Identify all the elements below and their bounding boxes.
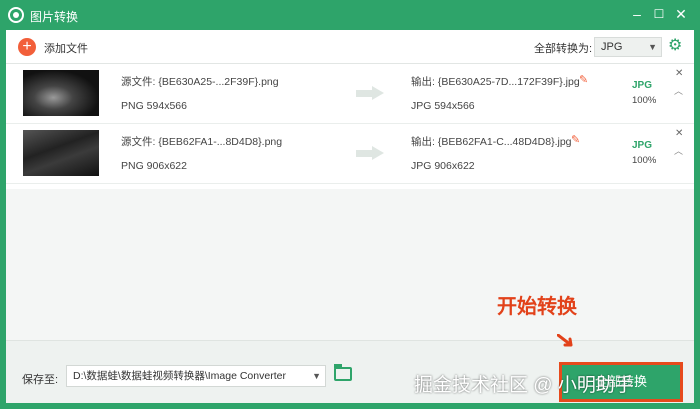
source-file-name: 源文件: {BE630A25-...2F39F}.png xyxy=(121,76,279,88)
progress-label: 100% xyxy=(632,155,657,166)
maximize-icon[interactable]: ☐ xyxy=(652,7,666,21)
output-file-name: 输出: {BE630A25-7D...172F39F}.jpg xyxy=(411,76,580,88)
source-file-meta: PNG 906x622 xyxy=(121,160,187,172)
chevron-up-icon[interactable]: ︿ xyxy=(674,144,683,157)
app-logo-icon xyxy=(8,7,24,23)
title-bar: 图片转换 – ☐ ✕ xyxy=(0,0,700,30)
chevron-down-icon: ▼ xyxy=(648,42,657,52)
output-file-name: 输出: {BEB62FA1-C...48D4D8}.jpg xyxy=(411,136,572,148)
app-window: 图片转换 – ☐ ✕ + 添加文件 全部转换为: JPG ▼ ⚙ 源文件: {B… xyxy=(0,0,700,409)
remove-file-icon[interactable]: ✕ xyxy=(675,68,683,79)
arrow-right-icon xyxy=(356,146,384,160)
output-format-label: JPG xyxy=(632,140,653,151)
chevron-down-icon: ▼ xyxy=(309,366,321,386)
window-title: 图片转换 xyxy=(30,10,79,24)
add-file-icon[interactable]: + xyxy=(18,38,36,56)
remove-file-icon[interactable]: ✕ xyxy=(675,128,683,139)
folder-icon[interactable] xyxy=(334,364,352,381)
toolbar: + 添加文件 全部转换为: JPG ▼ ⚙ xyxy=(6,30,694,64)
annotation-label: 开始转换 xyxy=(497,296,577,318)
save-to-label: 保存至: xyxy=(22,374,59,386)
watermark: 掘金技术社区 @ 小明助手 xyxy=(414,375,634,396)
close-icon[interactable]: ✕ xyxy=(674,7,688,21)
save-path-value: D:\数据蛙\数据蛙视频转换器\Image Converter xyxy=(73,370,286,382)
convert-all-label: 全部转换为: xyxy=(534,43,593,55)
add-file-button[interactable]: 添加文件 xyxy=(44,40,88,56)
file-thumbnail xyxy=(23,130,99,176)
source-file-name: 源文件: {BEB62FA1-...8D4D8}.png xyxy=(121,136,283,148)
output-file-meta: JPG 594x566 xyxy=(411,100,475,112)
annotation-arrow-icon xyxy=(557,334,573,347)
file-row: 源文件: {BEB62FA1-...8D4D8}.png PNG 906x622… xyxy=(6,124,694,184)
output-file-meta: JPG 906x622 xyxy=(411,160,475,172)
file-thumbnail xyxy=(23,70,99,116)
save-path-select[interactable]: D:\数据蛙\数据蛙视频转换器\Image Converter ▼ xyxy=(66,365,326,387)
format-select[interactable]: JPG ▼ xyxy=(594,37,662,57)
source-file-meta: PNG 594x566 xyxy=(121,100,187,112)
progress-label: 100% xyxy=(632,95,657,106)
minimize-icon[interactable]: – xyxy=(630,7,644,21)
gear-icon[interactable]: ⚙ xyxy=(668,38,684,54)
file-row: 源文件: {BE630A25-...2F39F}.png PNG 594x566… xyxy=(6,64,694,124)
main-panel: + 添加文件 全部转换为: JPG ▼ ⚙ 源文件: {BE630A25-...… xyxy=(6,30,694,403)
arrow-right-icon xyxy=(356,86,384,100)
format-select-value: JPG xyxy=(601,41,623,53)
edit-icon[interactable]: ✎ xyxy=(579,73,588,86)
output-format-label: JPG xyxy=(632,80,653,91)
edit-icon[interactable]: ✎ xyxy=(571,133,580,146)
file-list: 源文件: {BE630A25-...2F39F}.png PNG 594x566… xyxy=(6,64,694,189)
chevron-up-icon[interactable]: ︿ xyxy=(674,84,683,97)
